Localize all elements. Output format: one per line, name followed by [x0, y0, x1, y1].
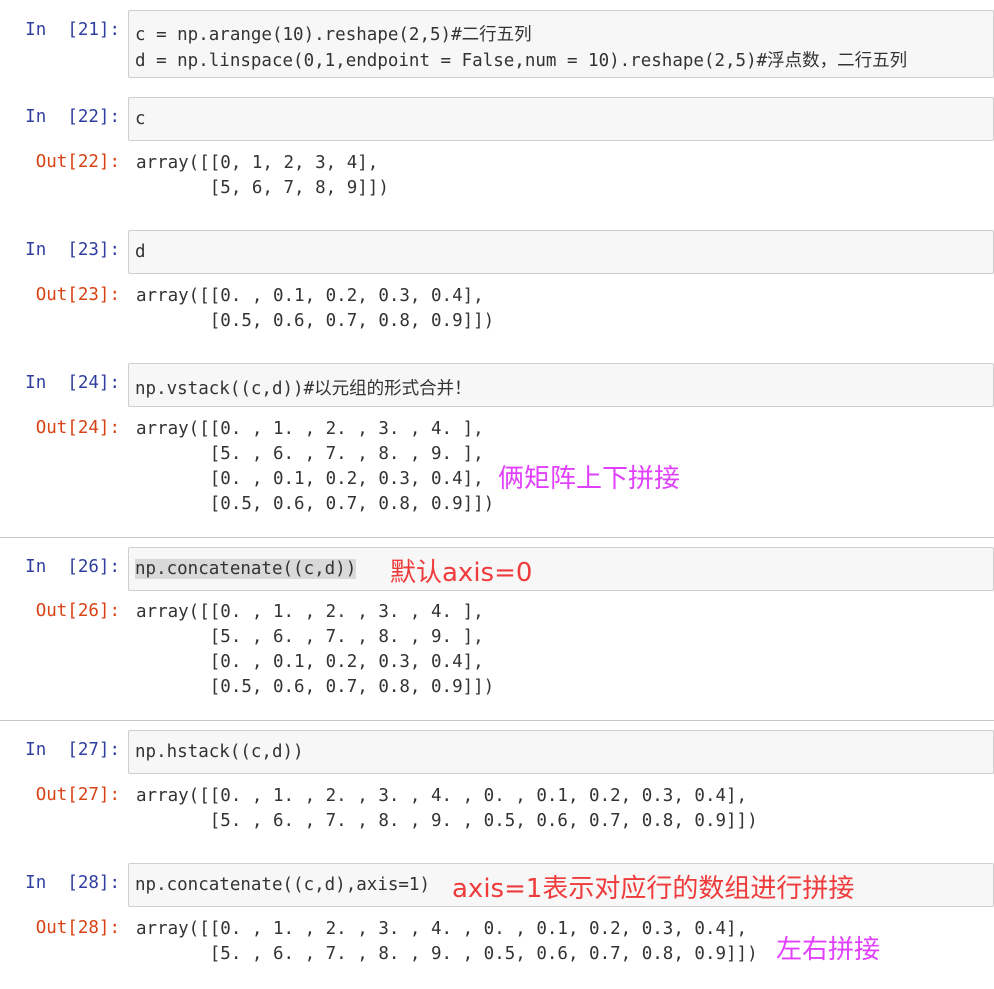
concat-axis1-annotation: axis=1表示对应行的数组进行拼接 — [452, 874, 855, 904]
in-prompt-23: In [23]: — [25, 240, 120, 260]
code-line: c = np.arange(10).reshape(2,5)#二行五列 — [135, 25, 532, 45]
code-line: np.hstack((c,d)) — [135, 742, 304, 762]
code-line: np.vstack((c,d))#以元组的形式合并！ — [135, 379, 472, 399]
in-prompt-26: In [26]: — [25, 557, 120, 577]
output-line: array([[0. , 1. , 2. , 3. , 4. , 0. , 0.… — [136, 919, 748, 939]
output-line: [5. , 6. , 7. , 8. , 9. ], — [136, 444, 484, 464]
out-prompt-27: Out[27]: — [35, 785, 120, 805]
code-line: np.concatenate((c,d),axis=1) — [135, 875, 431, 895]
output-line: array([[0. , 0.1, 0.2, 0.3, 0.4], — [136, 286, 484, 306]
code-input-27[interactable]: np.hstack((c,d)) — [128, 730, 994, 774]
code-input-24[interactable]: np.vstack((c,d))#以元组的形式合并！ — [128, 363, 994, 407]
in-prompt-27: In [27]: — [25, 740, 120, 760]
selected-code: np.concatenate((c,d)) — [135, 559, 357, 579]
in-prompt-21: In [21]: — [25, 20, 120, 40]
output-line: [5. , 6. , 7. , 8. , 9. , 0.5, 0.6, 0.7,… — [136, 811, 758, 831]
code-line: d = np.linspace(0,1,endpoint = False,num… — [135, 51, 908, 71]
output-line: array([[0. , 1. , 2. , 3. , 4. ], — [136, 602, 484, 622]
output-line: [0.5, 0.6, 0.7, 0.8, 0.9]]) — [136, 494, 495, 514]
notebook-page: { "cells": [ { "in_prompt": "In [21]:", … — [0, 0, 994, 989]
cell-divider — [0, 537, 994, 538]
code-input-22[interactable]: c — [128, 97, 994, 141]
in-prompt-24: In [24]: — [25, 373, 120, 393]
code-line: d — [135, 242, 146, 262]
cell-divider — [0, 720, 994, 721]
out-prompt-24: Out[24]: — [35, 418, 120, 438]
code-input-21[interactable]: c = np.arange(10).reshape(2,5)#二行五列 d = … — [128, 10, 994, 78]
code-input-26[interactable]: np.concatenate((c,d)) — [128, 547, 994, 591]
output-line: array([[0. , 1. , 2. , 3. , 4. , 0. , 0.… — [136, 786, 748, 806]
in-prompt-28: In [28]: — [25, 873, 120, 893]
out-prompt-22: Out[22]: — [35, 152, 120, 172]
code-input-23[interactable]: d — [128, 230, 994, 274]
output-line: [5. , 6. , 7. , 8. , 9. ], — [136, 627, 484, 647]
out-prompt-23: Out[23]: — [35, 285, 120, 305]
in-prompt-22: In [22]: — [25, 107, 120, 127]
out-prompt-26: Out[26]: — [35, 601, 120, 621]
output-line: [0.5, 0.6, 0.7, 0.8, 0.9]]) — [136, 677, 495, 697]
output-line: [0.5, 0.6, 0.7, 0.8, 0.9]]) — [136, 311, 495, 331]
output-line: [0. , 0.1, 0.2, 0.3, 0.4], — [136, 469, 484, 489]
left-right-annotation: 左右拼接 — [776, 935, 881, 965]
concat-default-annotation: 默认axis=0 — [390, 558, 533, 588]
code-line: np.concatenate((c,d)) — [135, 559, 357, 579]
output-line: array([[0, 1, 2, 3, 4], — [136, 153, 379, 173]
out-prompt-28: Out[28]: — [35, 918, 120, 938]
vstack-annotation: 俩矩阵上下拼接 — [498, 464, 681, 494]
code-line: c — [135, 109, 146, 129]
output-line: [5, 6, 7, 8, 9]]) — [136, 178, 389, 198]
output-line: [5. , 6. , 7. , 8. , 9. , 0.5, 0.6, 0.7,… — [136, 944, 758, 964]
output-line: [0. , 0.1, 0.2, 0.3, 0.4], — [136, 652, 484, 672]
output-line: array([[0. , 1. , 2. , 3. , 4. ], — [136, 419, 484, 439]
